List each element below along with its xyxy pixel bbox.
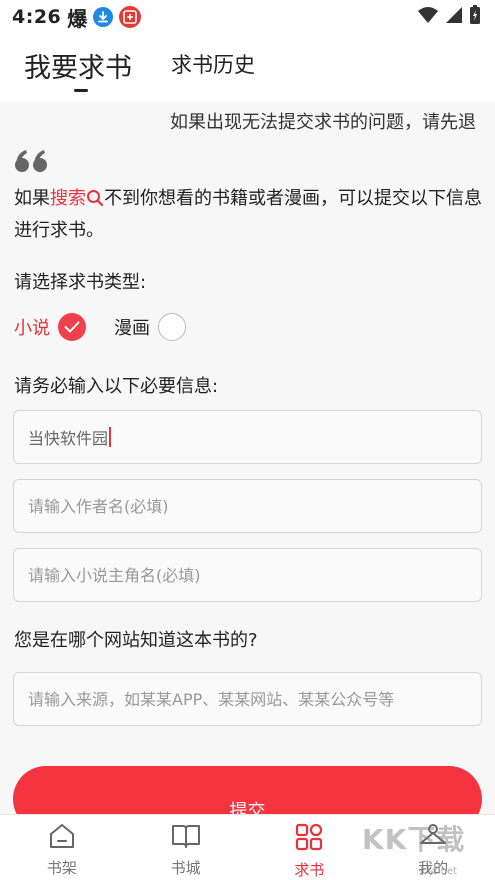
book-icon [171, 823, 201, 853]
intro-highlight-search: 搜索 [50, 188, 86, 209]
status-left: 4:26 爆 [12, 3, 142, 32]
intro-text: 如果搜索 不到你想看的书籍或者漫画，可以提交以下信息进行求书。 [14, 184, 484, 245]
radio-comic-unchecked-icon[interactable] [158, 313, 186, 341]
watermark-url: kkx.net [420, 866, 458, 877]
required-info-label: 请务必输入以下必要信息: [14, 376, 219, 397]
header: 我要求书 求书历史 [0, 34, 495, 102]
grid-icon [295, 823, 323, 855]
book-name-value: 当快软件园 [28, 429, 109, 448]
tab-indicator [74, 89, 88, 92]
nav-label-request: 求书 [294, 861, 325, 879]
quote-icon [14, 148, 50, 178]
intro-prefix: 如果 [14, 188, 50, 209]
download-app-icon [93, 7, 114, 27]
nav-item-request[interactable]: 求书 [248, 815, 372, 880]
text-caret [109, 427, 112, 447]
type-radio-group: 小说 漫画 [14, 311, 186, 343]
wifi-icon [417, 6, 439, 28]
notice-marquee: 如果出现无法提交求书的问题，请先退 [170, 112, 476, 133]
red-app-icon [119, 6, 142, 28]
protagonist-input[interactable] [28, 565, 481, 585]
signal-icon [445, 6, 463, 28]
source-input[interactable] [28, 689, 481, 709]
radio-label-novel[interactable]: 小说 [14, 314, 50, 340]
protagonist-field[interactable] [13, 548, 482, 602]
type-label: 请选择求书类型: [14, 272, 147, 293]
home-icon [48, 823, 76, 853]
tab-request-book[interactable]: 我要求书 [24, 46, 132, 85]
radio-label-comic[interactable]: 漫画 [114, 314, 150, 340]
status-right [417, 5, 481, 29]
radio-novel-checked-icon[interactable] [58, 313, 86, 341]
book-name-field[interactable]: 当快软件园 [13, 410, 482, 464]
nav-item-bookshelf[interactable]: 书架 [0, 815, 124, 880]
nav-label-bookstore: 书城 [170, 859, 201, 877]
tab-request-history[interactable]: 求书历史 [171, 49, 255, 79]
author-field[interactable] [13, 479, 482, 533]
nav-label-bookshelf: 书架 [46, 859, 77, 877]
bao-app-icon: 爆 [67, 6, 88, 31]
author-input[interactable] [28, 496, 481, 516]
source-field[interactable] [13, 672, 482, 726]
status-time: 4:26 [12, 6, 62, 28]
status-bar: 4:26 爆 [0, 0, 495, 34]
source-label: 您是在哪个网站知道这本书的? [14, 630, 258, 651]
watermark-logo: KK下载 [362, 823, 466, 856]
search-icon [86, 187, 104, 216]
battery-icon [469, 5, 481, 29]
nav-item-bookstore[interactable]: 书城 [124, 815, 248, 880]
